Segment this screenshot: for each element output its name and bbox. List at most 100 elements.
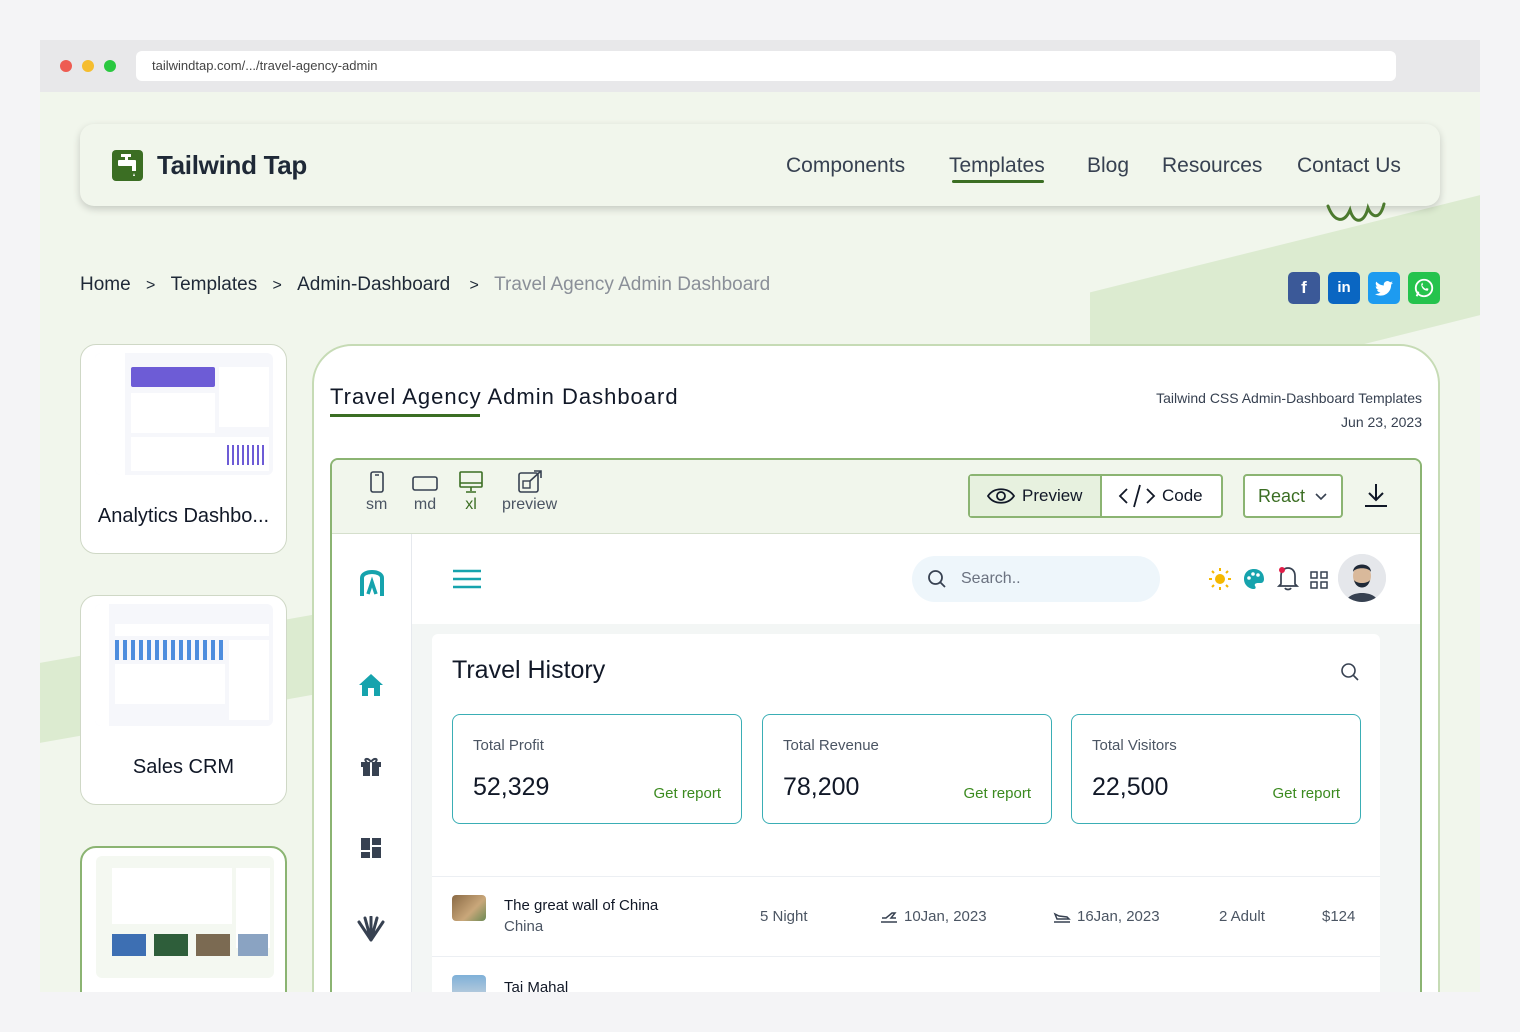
template-thumbnail [95, 604, 273, 726]
embedded-app: Search.. Travel History Total Profit 52,… [332, 534, 1420, 992]
maximize-window-dot[interactable] [104, 60, 116, 72]
browser-chrome: tailwindtap.com/.../travel-agency-admin [40, 40, 1480, 92]
viewport-label: md [413, 496, 437, 513]
brand-name[interactable]: Tailwind Tap [157, 150, 307, 181]
user-avatar[interactable] [1338, 554, 1386, 602]
sun-icon[interactable] [1208, 567, 1232, 591]
chevron-down-icon [1315, 493, 1327, 501]
framework-value: React [1258, 486, 1306, 506]
trip-departure-date: 10Jan, 2023 [904, 908, 987, 925]
gift-icon[interactable] [359, 754, 383, 778]
template-card-travel-agency[interactable] [80, 846, 287, 992]
stat-card-total-profit: Total Profit 52,329 Get report [452, 714, 742, 824]
code-button-label: Code [1162, 486, 1203, 505]
get-report-link[interactable]: Get report [653, 785, 721, 802]
close-window-dot[interactable] [60, 60, 72, 72]
palette-icon[interactable] [1243, 568, 1265, 590]
search-icon [928, 570, 946, 588]
preview-toolbar: sm md xl preview Preview Code React [332, 460, 1420, 534]
viewport-label: xl [465, 496, 477, 513]
site-navbar: Tailwind Tap Components Templates Blog R… [80, 124, 1440, 206]
external-link-icon [517, 470, 542, 493]
trip-nights: 5 Night [760, 908, 808, 925]
download-icon[interactable] [1362, 482, 1390, 510]
home-icon[interactable] [357, 672, 385, 698]
get-report-link[interactable]: Get report [963, 785, 1031, 802]
mobile-icon [369, 471, 384, 493]
plane-arrival-icon [1053, 912, 1071, 923]
template-card-label: Sales CRM [132, 756, 235, 778]
app-topbar: Search.. [412, 534, 1420, 624]
viewport-label: preview [502, 496, 558, 513]
template-preview-card: Travel Agency Admin Dashboard Tailwind C… [312, 344, 1440, 992]
destination-thumbnail [452, 895, 486, 921]
browser-window: tailwindtap.com/.../travel-agency-admin … [40, 40, 1480, 992]
viewport-sm-button[interactable]: sm [366, 470, 387, 514]
template-card-label: Analytics Dashbo... [97, 505, 270, 527]
minimize-window-dot[interactable] [82, 60, 94, 72]
decorative-squiggle-icon [1326, 202, 1386, 222]
template-title: Travel Agency Admin Dashboard [330, 384, 679, 409]
trip-name: Taj Mahal [504, 979, 569, 992]
active-nav-indicator [952, 180, 1044, 183]
trip-price: $124 [1322, 908, 1356, 925]
apps-grid-icon[interactable] [1310, 571, 1328, 589]
palm-leaf-icon[interactable] [356, 916, 386, 942]
breadcrumb-current: Travel Agency Admin Dashboard [494, 274, 771, 295]
eye-icon [986, 488, 1016, 504]
facebook-icon[interactable]: f [1288, 272, 1320, 304]
app-logo-icon[interactable] [358, 564, 386, 598]
trip-guests: 2 Adult [1219, 908, 1265, 925]
stat-card-total-visitors: Total Visitors 22,500 Get report [1071, 714, 1361, 824]
linkedin-icon[interactable]: in [1328, 272, 1360, 304]
chevron-right-icon: > [145, 277, 156, 294]
breadcrumb-home[interactable]: Home [80, 274, 131, 296]
breadcrumb-templates[interactable]: Templates [171, 274, 258, 296]
nav-link-components[interactable]: Components [786, 154, 905, 178]
notification-bell-icon[interactable] [1276, 565, 1300, 591]
preview-frame: sm md xl preview Preview Code React Sear… [330, 458, 1422, 992]
template-card-analytics[interactable]: Analytics Dashbo... [80, 344, 287, 554]
dashboard-icon[interactable] [359, 836, 383, 860]
code-button[interactable]: Code [1104, 476, 1221, 516]
stat-title: Total Revenue [783, 737, 879, 754]
nav-link-blog[interactable]: Blog [1087, 154, 1129, 178]
template-category[interactable]: Tailwind CSS Admin-Dashboard Templates [1156, 390, 1422, 406]
trip-arrival-date: 16Jan, 2023 [1077, 908, 1160, 925]
template-thumbnail [96, 856, 274, 978]
template-thumbnail [95, 353, 273, 475]
chevron-right-icon: > [272, 277, 282, 294]
stat-title: Total Visitors [1092, 737, 1177, 754]
trip-name: The great wall of China [504, 897, 659, 914]
search-icon[interactable] [1340, 662, 1360, 682]
chevron-right-icon: > [469, 277, 479, 294]
code-icon [1118, 484, 1156, 508]
nav-link-contact-us[interactable]: Contact Us [1297, 154, 1401, 178]
table-row[interactable]: Taj Mahal [432, 956, 1380, 992]
viewport-xl-button[interactable]: xl [459, 470, 483, 514]
preview-button[interactable]: Preview [970, 476, 1102, 516]
tablet-icon [412, 476, 438, 491]
get-report-link[interactable]: Get report [1272, 785, 1340, 802]
app-search-input[interactable]: Search.. [912, 556, 1160, 602]
preview-new-tab-button[interactable]: preview [502, 470, 557, 514]
whatsapp-icon[interactable] [1408, 272, 1440, 304]
nav-link-templates[interactable]: Templates [949, 154, 1045, 178]
travel-history-panel: Travel History Total Profit 52,329 Get r… [432, 634, 1380, 992]
address-bar[interactable]: tailwindtap.com/.../travel-agency-admin [136, 51, 1396, 81]
twitter-icon[interactable] [1368, 272, 1400, 304]
title-underline [330, 414, 480, 417]
viewport-md-button[interactable]: md [412, 470, 438, 514]
nav-link-resources[interactable]: Resources [1162, 154, 1262, 178]
template-card-sales-crm[interactable]: Sales CRM [80, 595, 287, 805]
preview-code-toggle: Preview Code [968, 474, 1223, 518]
viewport-label: sm [366, 496, 388, 513]
breadcrumb-admin-dashboard[interactable]: Admin-Dashboard [297, 274, 450, 296]
plane-departure-icon [881, 912, 897, 923]
table-row[interactable]: The great wall of China China 5 Night 10… [432, 876, 1380, 956]
framework-select[interactable]: React [1243, 474, 1343, 518]
hamburger-menu-icon[interactable] [452, 568, 482, 590]
panel-title: Travel History [452, 656, 606, 684]
destination-thumbnail [452, 975, 486, 992]
tailwind-tap-logo-icon[interactable] [112, 150, 143, 181]
